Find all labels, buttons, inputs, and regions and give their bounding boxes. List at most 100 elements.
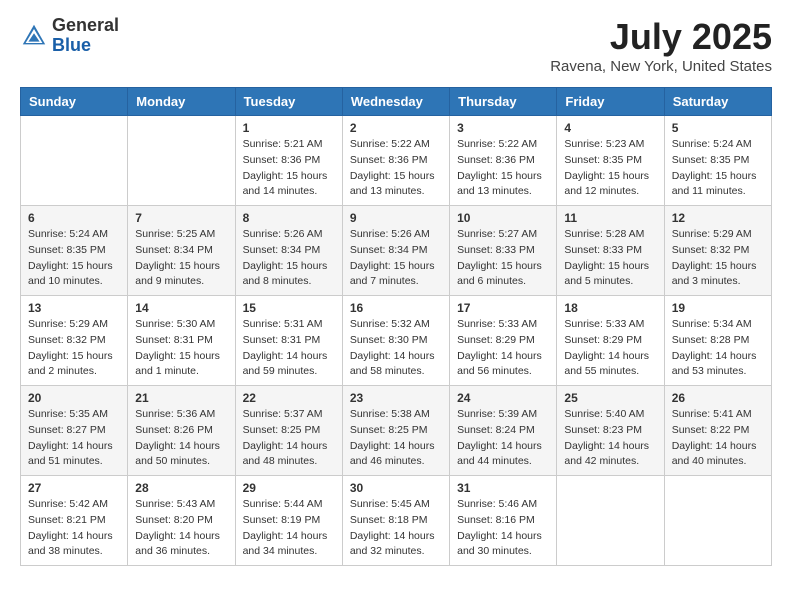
day-info: Sunrise: 5:26 AM Sunset: 8:34 PM Dayligh… [243,227,335,290]
calendar-cell: 31 Sunrise: 5:46 AM Sunset: 8:16 PM Dayl… [450,476,557,566]
calendar-header-tuesday: Tuesday [235,88,342,116]
daylight-text: Daylight: 14 hours and 48 minutes. [243,440,328,468]
sunset-text: Sunset: 8:16 PM [457,514,535,526]
sunset-text: Sunset: 8:29 PM [457,334,535,346]
daylight-text: Daylight: 14 hours and 40 minutes. [672,440,757,468]
day-info: Sunrise: 5:40 AM Sunset: 8:23 PM Dayligh… [564,407,656,470]
day-number: 1 [243,121,335,135]
day-info: Sunrise: 5:23 AM Sunset: 8:35 PM Dayligh… [564,137,656,200]
daylight-text: Daylight: 15 hours and 12 minutes. [564,170,649,198]
calendar-cell: 16 Sunrise: 5:32 AM Sunset: 8:30 PM Dayl… [342,296,449,386]
day-info: Sunrise: 5:43 AM Sunset: 8:20 PM Dayligh… [135,497,227,560]
day-info: Sunrise: 5:22 AM Sunset: 8:36 PM Dayligh… [457,137,549,200]
calendar-header-saturday: Saturday [664,88,771,116]
calendar-header-wednesday: Wednesday [342,88,449,116]
day-info: Sunrise: 5:45 AM Sunset: 8:18 PM Dayligh… [350,497,442,560]
sunset-text: Sunset: 8:29 PM [564,334,642,346]
daylight-text: Daylight: 14 hours and 36 minutes. [135,530,220,558]
day-info: Sunrise: 5:33 AM Sunset: 8:29 PM Dayligh… [564,317,656,380]
calendar-cell: 28 Sunrise: 5:43 AM Sunset: 8:20 PM Dayl… [128,476,235,566]
sunrise-text: Sunrise: 5:40 AM [564,408,644,420]
sunrise-text: Sunrise: 5:27 AM [457,228,537,240]
calendar-cell [128,116,235,206]
day-info: Sunrise: 5:30 AM Sunset: 8:31 PM Dayligh… [135,317,227,380]
calendar-title: July 2025 [550,16,772,58]
calendar-cell: 30 Sunrise: 5:45 AM Sunset: 8:18 PM Dayl… [342,476,449,566]
day-number: 28 [135,481,227,495]
sunset-text: Sunset: 8:18 PM [350,514,428,526]
day-number: 27 [28,481,120,495]
sunrise-text: Sunrise: 5:30 AM [135,318,215,330]
day-number: 14 [135,301,227,315]
day-info: Sunrise: 5:39 AM Sunset: 8:24 PM Dayligh… [457,407,549,470]
day-info: Sunrise: 5:36 AM Sunset: 8:26 PM Dayligh… [135,407,227,470]
calendar-cell: 7 Sunrise: 5:25 AM Sunset: 8:34 PM Dayli… [128,206,235,296]
sunset-text: Sunset: 8:36 PM [457,154,535,166]
sunrise-text: Sunrise: 5:38 AM [350,408,430,420]
calendar-cell: 3 Sunrise: 5:22 AM Sunset: 8:36 PM Dayli… [450,116,557,206]
daylight-text: Daylight: 15 hours and 10 minutes. [28,260,113,288]
sunrise-text: Sunrise: 5:21 AM [243,138,323,150]
sunset-text: Sunset: 8:33 PM [564,244,642,256]
sunset-text: Sunset: 8:25 PM [350,424,428,436]
day-info: Sunrise: 5:32 AM Sunset: 8:30 PM Dayligh… [350,317,442,380]
calendar-header-row: SundayMondayTuesdayWednesdayThursdayFrid… [21,88,772,116]
sunset-text: Sunset: 8:26 PM [135,424,213,436]
calendar-cell: 14 Sunrise: 5:30 AM Sunset: 8:31 PM Dayl… [128,296,235,386]
daylight-text: Daylight: 15 hours and 13 minutes. [350,170,435,198]
daylight-text: Daylight: 15 hours and 5 minutes. [564,260,649,288]
calendar-cell: 13 Sunrise: 5:29 AM Sunset: 8:32 PM Dayl… [21,296,128,386]
daylight-text: Daylight: 14 hours and 59 minutes. [243,350,328,378]
day-number: 20 [28,391,120,405]
sunrise-text: Sunrise: 5:44 AM [243,498,323,510]
day-number: 29 [243,481,335,495]
calendar-week-row: 20 Sunrise: 5:35 AM Sunset: 8:27 PM Dayl… [21,386,772,476]
day-number: 5 [672,121,764,135]
sunrise-text: Sunrise: 5:29 AM [28,318,108,330]
day-number: 2 [350,121,442,135]
sunset-text: Sunset: 8:32 PM [672,244,750,256]
calendar-cell: 12 Sunrise: 5:29 AM Sunset: 8:32 PM Dayl… [664,206,771,296]
calendar-cell: 24 Sunrise: 5:39 AM Sunset: 8:24 PM Dayl… [450,386,557,476]
daylight-text: Daylight: 14 hours and 38 minutes. [28,530,113,558]
sunrise-text: Sunrise: 5:26 AM [243,228,323,240]
sunset-text: Sunset: 8:35 PM [672,154,750,166]
sunrise-text: Sunrise: 5:33 AM [564,318,644,330]
daylight-text: Daylight: 15 hours and 2 minutes. [28,350,113,378]
sunset-text: Sunset: 8:30 PM [350,334,428,346]
daylight-text: Daylight: 15 hours and 3 minutes. [672,260,757,288]
logo-icon [20,22,48,50]
day-number: 9 [350,211,442,225]
day-number: 16 [350,301,442,315]
daylight-text: Daylight: 15 hours and 6 minutes. [457,260,542,288]
day-number: 15 [243,301,335,315]
calendar-cell [557,476,664,566]
sunrise-text: Sunrise: 5:32 AM [350,318,430,330]
sunrise-text: Sunrise: 5:33 AM [457,318,537,330]
day-number: 23 [350,391,442,405]
sunset-text: Sunset: 8:19 PM [243,514,321,526]
day-number: 3 [457,121,549,135]
sunset-text: Sunset: 8:28 PM [672,334,750,346]
calendar-week-row: 13 Sunrise: 5:29 AM Sunset: 8:32 PM Dayl… [21,296,772,386]
logo-general-text: General [52,16,119,36]
day-info: Sunrise: 5:29 AM Sunset: 8:32 PM Dayligh… [28,317,120,380]
sunrise-text: Sunrise: 5:42 AM [28,498,108,510]
daylight-text: Daylight: 15 hours and 9 minutes. [135,260,220,288]
day-info: Sunrise: 5:37 AM Sunset: 8:25 PM Dayligh… [243,407,335,470]
sunrise-text: Sunrise: 5:24 AM [672,138,752,150]
calendar-cell: 23 Sunrise: 5:38 AM Sunset: 8:25 PM Dayl… [342,386,449,476]
sunrise-text: Sunrise: 5:36 AM [135,408,215,420]
sunrise-text: Sunrise: 5:35 AM [28,408,108,420]
sunset-text: Sunset: 8:27 PM [28,424,106,436]
day-info: Sunrise: 5:29 AM Sunset: 8:32 PM Dayligh… [672,227,764,290]
day-number: 30 [350,481,442,495]
sunset-text: Sunset: 8:21 PM [28,514,106,526]
daylight-text: Daylight: 14 hours and 55 minutes. [564,350,649,378]
sunset-text: Sunset: 8:34 PM [135,244,213,256]
day-number: 21 [135,391,227,405]
calendar-cell: 18 Sunrise: 5:33 AM Sunset: 8:29 PM Dayl… [557,296,664,386]
day-number: 24 [457,391,549,405]
calendar-cell: 2 Sunrise: 5:22 AM Sunset: 8:36 PM Dayli… [342,116,449,206]
calendar-header-sunday: Sunday [21,88,128,116]
